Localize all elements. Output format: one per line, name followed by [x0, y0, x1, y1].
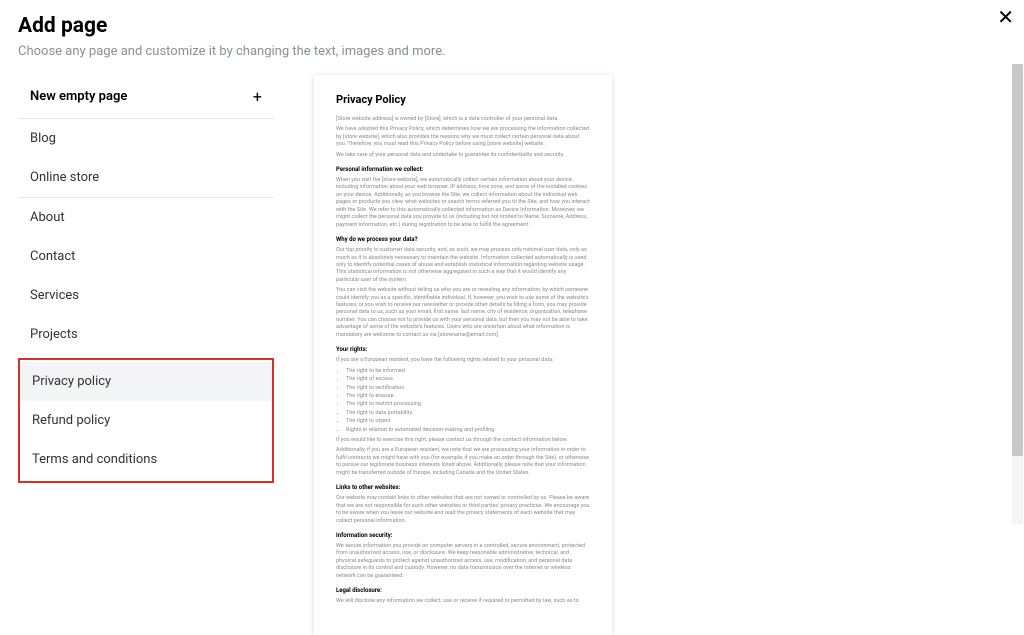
page-subtitle: Choose any page and customize it by chan… [18, 44, 1006, 59]
preview-text: You can visit the website without tellin… [336, 287, 590, 339]
preview-text: We secure information you provide on com… [336, 543, 590, 580]
highlighted-group: Privacy policy Refund policy Terms and c… [18, 358, 274, 483]
sidebar-item-contact[interactable]: Contact [18, 237, 274, 276]
sidebar-item-online-store[interactable]: Online store [18, 158, 274, 197]
new-empty-page-button[interactable]: New empty page + [18, 75, 274, 118]
list-item: The right to rectification. [346, 385, 590, 392]
rights-list: The right to be informed. The right of a… [336, 368, 590, 434]
sidebar-item-projects[interactable]: Projects [18, 315, 274, 354]
close-icon[interactable]: ✕ [997, 8, 1014, 28]
section-head: Links to other websites: [336, 484, 590, 492]
preview-text: If you are a European resident, you have… [336, 357, 590, 364]
sidebar-item-about[interactable]: About [18, 198, 274, 237]
preview-area: Privacy Policy [Store website address] i… [314, 67, 1006, 635]
list-item: The right to be informed. [346, 368, 590, 375]
page-title: Add page [18, 14, 1006, 38]
preview-text: Additionally, if you are a European resi… [336, 447, 590, 477]
new-page-label: New empty page [30, 89, 127, 104]
section-head: Your rights: [336, 346, 590, 354]
list-item: The right to restrict processing. [346, 401, 590, 408]
list-item: The right to erasure. [346, 393, 590, 400]
list-item: The right of access. [346, 376, 590, 383]
plus-icon: + [253, 87, 262, 106]
section-head: Why do we process your data? [336, 236, 590, 244]
preview-text: We will disclose any information we coll… [336, 598, 590, 605]
scrollbar[interactable] [1012, 64, 1023, 524]
section-head: Personal information we collect: [336, 166, 590, 174]
list-item: The right to object. [346, 418, 590, 425]
sidebar-item-blog[interactable]: Blog [18, 119, 274, 158]
preview-text: Our top priority is customer data securi… [336, 247, 590, 284]
sidebar-item-refund-policy[interactable]: Refund policy [20, 401, 272, 440]
section-head: Legal disclosure: [336, 587, 590, 595]
sidebar-item-terms[interactable]: Terms and conditions [20, 440, 272, 479]
sidebar-item-services[interactable]: Services [18, 276, 274, 315]
preview-text: When you visit the [store website], we a… [336, 177, 590, 229]
page-preview[interactable]: Privacy Policy [Store website address] i… [314, 75, 612, 635]
preview-title: Privacy Policy [336, 93, 590, 108]
list-item: The right to data portability. [346, 410, 590, 417]
preview-text: If you would like to exercise this right… [336, 437, 590, 444]
header: Add page Choose any page and customize i… [0, 0, 1024, 67]
preview-text: [Store website address] is owned by [Sto… [336, 116, 590, 123]
preview-text: We have adopted this Privacy Policy, whi… [336, 126, 590, 148]
sidebar-item-privacy-policy[interactable]: Privacy policy [20, 362, 272, 401]
list-item: Rights in relation to automated decision… [346, 427, 590, 434]
scrollbar-thumb[interactable] [1012, 64, 1023, 456]
section-head: Information security: [336, 532, 590, 540]
preview-text: Our website may contain links to other w… [336, 495, 590, 525]
sidebar: New empty page + Blog Online store About… [18, 67, 274, 635]
preview-text: We take care of your personal data and u… [336, 152, 590, 159]
